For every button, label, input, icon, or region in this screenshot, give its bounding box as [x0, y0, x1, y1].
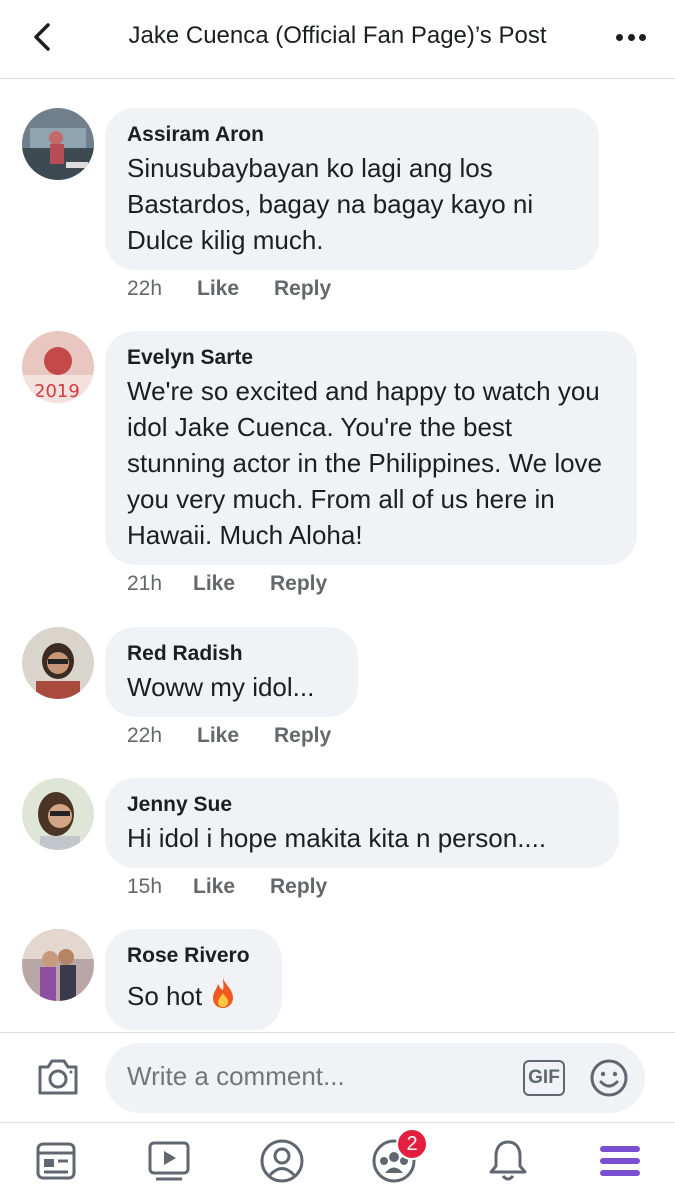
more-options-button[interactable] [611, 22, 651, 52]
comment-text: Hi idol i hope makita kita n person.... [127, 823, 547, 853]
comment-author[interactable]: Red Radish [127, 641, 336, 667]
camera-button[interactable] [36, 1057, 80, 1097]
reply-button[interactable]: Reply [274, 724, 331, 748]
comment-author[interactable]: Assiram Aron [127, 122, 577, 148]
comment-list: Assiram Aron Sinusubaybayan ko lagi ang … [0, 80, 675, 1030]
comment-box[interactable]: GIF [105, 1043, 645, 1113]
comment-author[interactable]: Evelyn Sarte [127, 345, 615, 371]
avatar[interactable] [22, 778, 94, 850]
nav-profile[interactable] [258, 1137, 306, 1185]
watch-icon [148, 1141, 190, 1181]
comment-bubble[interactable]: Jenny Sue Hi idol i hope makita kita n p… [105, 778, 619, 868]
like-button[interactable]: Like [193, 572, 270, 596]
comment-text: We're so excited and happy to watch you … [127, 376, 603, 550]
comment-actions: 15h Like Reply [127, 872, 327, 902]
chevron-left-icon [34, 23, 50, 51]
reply-button[interactable]: Reply [270, 875, 327, 899]
comment-text: Sinusubaybayan ko lagi ang los Bastardos… [127, 153, 534, 255]
gif-button[interactable]: GIF [523, 1060, 565, 1096]
avatar[interactable] [22, 627, 94, 699]
notifications-icon [489, 1140, 527, 1181]
svg-text:2019: 2019 [34, 381, 80, 402]
page-title: Jake Cuenca (Official Fan Page)’s Post [128, 22, 547, 49]
comment-bubble[interactable]: Assiram Aron Sinusubaybayan ko lagi ang … [105, 108, 599, 270]
like-button[interactable]: Like [197, 724, 274, 748]
emoji-button[interactable] [589, 1058, 629, 1098]
comment-text: So hot [127, 981, 203, 1011]
news-feed-icon [36, 1142, 76, 1180]
avatar[interactable] [22, 929, 94, 1001]
comment-bubble[interactable]: Rose Rivero So hot [105, 929, 282, 1030]
menu-icon [600, 1146, 640, 1176]
comment-bubble[interactable]: Evelyn Sarte We're so excited and happy … [105, 331, 637, 565]
groups-badge: 2 [396, 1128, 428, 1160]
comment-composer: GIF [0, 1032, 675, 1122]
nav-notifications[interactable] [484, 1137, 532, 1185]
reply-button[interactable]: Reply [270, 572, 327, 596]
top-bar: Jake Cuenca (Official Fan Page)’s Post [0, 0, 675, 79]
more-dots-icon [616, 33, 623, 41]
nav-menu[interactable] [596, 1137, 644, 1185]
smiley-icon [590, 1059, 628, 1097]
comment-bubble[interactable]: Red Radish Woww my idol... [105, 627, 358, 717]
like-button[interactable]: Like [197, 277, 274, 301]
comment-time: 22h [127, 724, 163, 747]
back-button[interactable] [26, 20, 60, 54]
comment-actions: 22h Like Reply [127, 721, 331, 751]
comment-author[interactable]: Jenny Sue [127, 792, 597, 818]
fire-emoji-icon [208, 977, 238, 1018]
profile-icon [260, 1139, 304, 1183]
avatar[interactable]: 2019 [22, 331, 94, 403]
comment-time: 21h [127, 572, 163, 595]
nav-watch[interactable] [145, 1137, 193, 1185]
comment-actions: 21h Like Reply [127, 569, 327, 599]
comment-text: Woww my idol... [127, 672, 315, 702]
comment-time: 15h [127, 875, 163, 898]
comment-input[interactable] [127, 1061, 487, 1092]
reply-button[interactable]: Reply [274, 277, 331, 301]
comment-actions: 22h Like Reply [127, 274, 331, 304]
nav-news-feed[interactable] [32, 1137, 80, 1185]
like-button[interactable]: Like [193, 875, 270, 899]
comment-author[interactable]: Rose Rivero [127, 943, 260, 969]
camera-icon [38, 1059, 78, 1095]
comment-time: 22h [127, 277, 163, 300]
bottom-nav: 2 [0, 1122, 675, 1200]
avatar[interactable] [22, 108, 94, 180]
